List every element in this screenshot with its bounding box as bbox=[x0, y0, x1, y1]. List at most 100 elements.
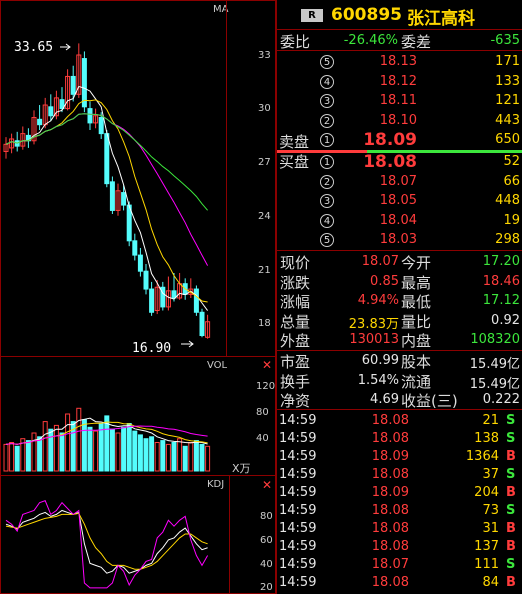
bid-price: 18.04 bbox=[379, 212, 417, 228]
fund-label: 股本 bbox=[401, 353, 432, 371]
ask-row[interactable]: 4 18.12 133 bbox=[277, 72, 522, 92]
high-arrow-icon bbox=[60, 43, 71, 51]
tick-row[interactable]: 14:59 18.08 21 S bbox=[277, 413, 522, 431]
fund-value: 1.54% bbox=[357, 372, 399, 388]
stock-code: 600895 bbox=[331, 5, 402, 25]
chart-area[interactable]: MA 33.65 16.90 33 30 27 24 21 18 VOL ✕ 1… bbox=[0, 0, 276, 594]
ask-row[interactable]: 1 18.09 650 bbox=[277, 130, 522, 150]
lower-y-axis-divider bbox=[229, 476, 230, 594]
kdj-y-tick: 20 bbox=[260, 582, 273, 593]
volume-bar bbox=[165, 443, 171, 472]
level-circle: 2 bbox=[320, 174, 334, 189]
tick-price: 18.08 bbox=[371, 539, 409, 554]
quote-row: 外盘 130013 内盘 108320 bbox=[277, 330, 522, 350]
kdj-lines bbox=[5, 500, 209, 589]
bid-volume: 66 bbox=[503, 173, 520, 189]
ask-row[interactable]: 2 18.10 443 bbox=[277, 111, 522, 131]
candle bbox=[48, 106, 54, 117]
volume-bar bbox=[65, 413, 71, 472]
volume-bar bbox=[154, 442, 160, 472]
bid-row[interactable]: 3 18.05 448 bbox=[277, 191, 522, 211]
volume-bar bbox=[149, 436, 155, 472]
tick-side: B bbox=[506, 485, 516, 500]
tick-row[interactable]: 14:59 18.08 84 B bbox=[277, 575, 522, 593]
tick-price: 18.08 bbox=[371, 503, 409, 518]
tick-side: B bbox=[506, 539, 516, 554]
volume-bar bbox=[48, 428, 54, 472]
tick-price: 18.09 bbox=[371, 449, 409, 464]
ask-row[interactable]: 5 18.13 171 bbox=[277, 52, 522, 72]
tick-volume: 37 bbox=[482, 467, 499, 482]
quote-value: 0.92 bbox=[491, 312, 520, 328]
quote-value: 4.94% bbox=[357, 293, 399, 308]
bid-row[interactable]: 2 18.07 66 bbox=[277, 172, 522, 192]
volume-bar bbox=[137, 434, 143, 472]
vol-unit: X万 bbox=[232, 462, 251, 475]
level-circle: 4 bbox=[320, 213, 334, 228]
tick-row[interactable]: 14:59 18.08 31 B bbox=[277, 521, 522, 539]
bid-row[interactable]: 1 18.08 52 bbox=[277, 152, 522, 172]
tick-row[interactable]: 14:59 18.08 73 S bbox=[277, 503, 522, 521]
volume-bar bbox=[3, 443, 9, 472]
ask-volume: 443 bbox=[495, 112, 520, 128]
level-circle: 4 bbox=[320, 74, 334, 89]
quote-label: 内盘 bbox=[401, 332, 432, 350]
tick-side: S bbox=[506, 413, 516, 428]
tick-volume: 31 bbox=[482, 521, 499, 536]
candle bbox=[37, 118, 43, 126]
quote-label: 最高 bbox=[401, 273, 432, 292]
kdj-close-icon[interactable]: ✕ bbox=[262, 478, 272, 492]
quote-value: 108320 bbox=[470, 332, 520, 347]
y-tick: 21 bbox=[258, 265, 271, 276]
candle bbox=[87, 108, 93, 124]
y-tick: 33 bbox=[258, 50, 271, 61]
weicha-label: 委差 bbox=[401, 33, 432, 51]
candle bbox=[98, 117, 104, 135]
quote-label: 现价 bbox=[280, 254, 311, 272]
ask-volume: 133 bbox=[495, 73, 520, 89]
tick-row[interactable]: 14:59 18.09 1364 B bbox=[277, 449, 522, 467]
tick-volume: 73 bbox=[482, 503, 499, 518]
volume-bar bbox=[126, 423, 132, 472]
quote-row: 总量 23.83万 量比 0.92 bbox=[277, 311, 522, 332]
volume-close-icon[interactable]: ✕ bbox=[262, 358, 272, 372]
ask-price: 18.12 bbox=[379, 73, 417, 89]
tick-row[interactable]: 14:59 18.08 138 S bbox=[277, 431, 522, 449]
tick-row[interactable]: 14:59 18.07 111 S bbox=[277, 557, 522, 575]
tick-row[interactable]: 14:59 18.09 204 B bbox=[277, 485, 522, 503]
tick-side: S bbox=[506, 467, 516, 482]
stock-name: 张江高科 bbox=[407, 9, 475, 29]
low-arrow-icon bbox=[181, 340, 194, 348]
tick-row[interactable]: 14:59 18.08 37 S bbox=[277, 467, 522, 485]
bid-row[interactable]: 4 18.04 19 bbox=[277, 211, 522, 231]
kdj-y-tick: 60 bbox=[260, 535, 273, 546]
volume-bar bbox=[93, 430, 99, 472]
fundamental-row: 换手 1.54% 流通 15.49亿 bbox=[277, 371, 522, 392]
stock-header: R 600895 张江高科 bbox=[277, 0, 522, 29]
y-tick: 24 bbox=[258, 211, 271, 222]
tick-time: 14:59 bbox=[279, 467, 317, 482]
bid-volume: 448 bbox=[495, 193, 520, 209]
quote-label: 今开 bbox=[401, 254, 432, 272]
ask-price: 18.13 bbox=[379, 54, 417, 69]
quote-label: 量比 bbox=[401, 312, 432, 331]
fund-value: 15.49亿 bbox=[469, 357, 520, 372]
quote-value: 23.83万 bbox=[348, 316, 399, 332]
ask-row[interactable]: 3 18.11 121 bbox=[277, 91, 522, 111]
quote-label: 最低 bbox=[401, 293, 432, 311]
tick-side: B bbox=[506, 449, 516, 464]
tick-side: S bbox=[506, 431, 516, 446]
y-tick: 27 bbox=[258, 157, 271, 168]
level-circle: 5 bbox=[320, 233, 334, 248]
tick-time: 14:59 bbox=[279, 557, 317, 572]
tick-time: 14:59 bbox=[279, 413, 317, 428]
tick-price: 18.08 bbox=[371, 575, 409, 590]
bid-row[interactable]: 5 18.03 298 bbox=[277, 230, 522, 250]
volume-bar bbox=[177, 438, 183, 472]
fundamental-row: 市盈 60.99 股本 15.49亿 bbox=[277, 351, 522, 372]
tick-row[interactable]: 14:59 18.08 137 B bbox=[277, 539, 522, 557]
fund-value: 60.99 bbox=[361, 353, 399, 368]
level-circle: 3 bbox=[320, 194, 334, 209]
quote-value: 18.46 bbox=[482, 273, 520, 289]
level-circle: 5 bbox=[320, 55, 334, 69]
